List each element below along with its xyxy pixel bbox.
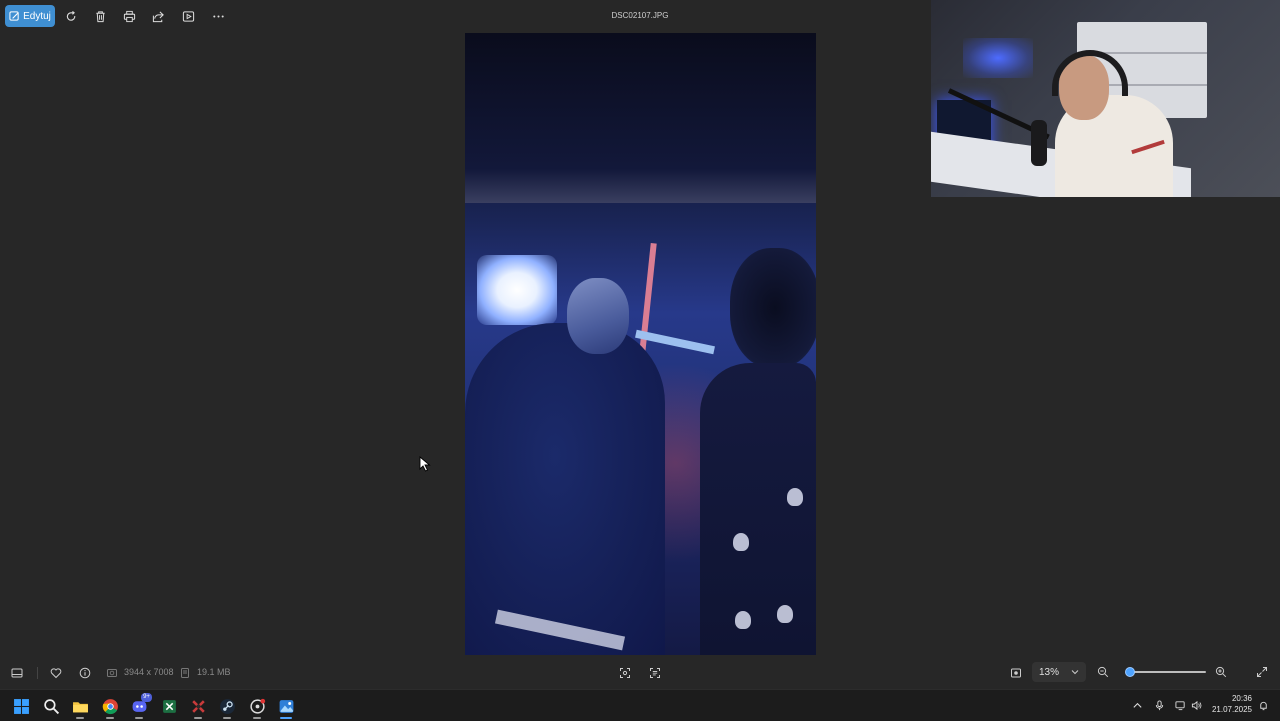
steam-icon[interactable]: [217, 696, 237, 716]
discord-badge: 9+: [141, 693, 152, 702]
running-indicator: [76, 717, 84, 719]
rotate-icon[interactable]: [63, 8, 79, 24]
dimensions-icon: [104, 665, 120, 681]
print-icon[interactable]: [121, 8, 137, 24]
search-icon[interactable]: [41, 696, 61, 716]
spectator: [700, 363, 816, 655]
share-icon[interactable]: [150, 8, 166, 24]
network-icon[interactable]: [1173, 698, 1187, 712]
photos-app-icon[interactable]: [276, 696, 296, 716]
running-indicator: [253, 717, 261, 719]
taskbar: 9+: [0, 689, 1280, 721]
windows-start-icon[interactable]: [11, 696, 31, 716]
edit-button[interactable]: Edytuj: [5, 5, 55, 27]
webcam-overlay: [931, 0, 1280, 197]
file-size: 19.1 MB: [197, 667, 231, 677]
photo-ceiling: [465, 33, 816, 203]
skull-print: [777, 605, 793, 623]
chevron-down-icon: [1071, 670, 1079, 675]
stage-light: [477, 255, 557, 325]
game-icon[interactable]: [188, 696, 208, 716]
delete-icon[interactable]: [92, 8, 108, 24]
fullscreen-icon[interactable]: [1254, 664, 1270, 680]
clock-time: 20:36: [1231, 694, 1252, 703]
running-indicator: [106, 717, 114, 719]
photo-viewport[interactable]: [465, 33, 816, 655]
clock-date: 21.07.2025: [1211, 705, 1252, 714]
zoom-out-icon[interactable]: [1095, 664, 1111, 680]
file-size-icon: [177, 665, 193, 681]
info-icon[interactable]: [77, 665, 93, 681]
skull-print: [735, 611, 751, 629]
running-indicator: [135, 717, 143, 719]
zoom-level: 13%: [1039, 667, 1060, 678]
notifications-icon[interactable]: [1256, 698, 1270, 712]
media-icon[interactable]: [247, 696, 267, 716]
running-indicator: [223, 717, 231, 719]
file-explorer-icon[interactable]: [70, 696, 90, 716]
excel-icon[interactable]: [159, 696, 179, 716]
slideshow-icon[interactable]: [180, 8, 196, 24]
fit-to-window-icon[interactable]: [1008, 665, 1024, 681]
system-clock[interactable]: 20:36 21.07.2025: [1206, 693, 1252, 715]
image-dimensions: 3944 x 7008: [124, 667, 174, 677]
text-recognition-icon[interactable]: [647, 665, 663, 681]
favorite-icon[interactable]: [48, 665, 64, 681]
skull-print: [733, 533, 749, 551]
crop-focus-icon[interactable]: [617, 665, 633, 681]
mouse-cursor-icon: [419, 456, 431, 472]
spectator-hair: [730, 248, 816, 368]
edit-button-label: Edytuj: [23, 10, 51, 22]
chevron-up-icon[interactable]: [1130, 698, 1144, 712]
bottom-toolbar: 3944 x 7008 19.1 MB: [0, 660, 1280, 686]
chrome-icon[interactable]: [100, 696, 120, 716]
edit-icon: [9, 10, 19, 21]
performer-head: [567, 278, 629, 354]
striped-bar: [635, 329, 715, 355]
skull-print: [787, 488, 803, 506]
file-name: DSC02107.JPG: [611, 11, 669, 20]
active-indicator: [280, 717, 292, 719]
zoom-slider-track[interactable]: [1126, 671, 1206, 673]
volume-icon[interactable]: [1189, 698, 1203, 712]
zoom-in-icon[interactable]: [1213, 664, 1229, 680]
performer: [465, 323, 665, 655]
running-indicator: [194, 717, 202, 719]
more-icon[interactable]: [210, 8, 226, 24]
filmstrip-icon[interactable]: [9, 665, 25, 681]
webcam-lamp: [963, 38, 1033, 78]
microphone-icon[interactable]: [1152, 698, 1166, 712]
webcam-mic: [1031, 120, 1047, 166]
zoom-slider-thumb[interactable]: [1125, 667, 1135, 677]
separator: [37, 667, 38, 679]
